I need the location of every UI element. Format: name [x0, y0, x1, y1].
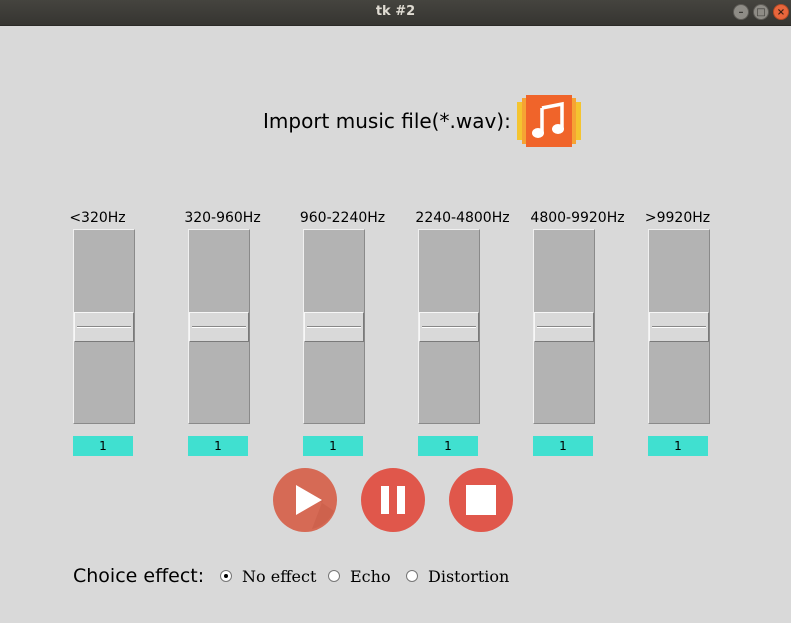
import-label: Import music file(*.wav):	[263, 109, 511, 133]
band-value: 1	[648, 436, 708, 456]
title-bar: tk #2 – □ ×	[0, 0, 791, 26]
window-title: tk #2	[375, 4, 416, 19]
radio-selected-icon[interactable]	[220, 570, 232, 582]
music-file-icon[interactable]	[515, 95, 583, 147]
band-slider[interactable]	[418, 229, 480, 424]
band-slider[interactable]	[533, 229, 595, 424]
stop-button[interactable]	[448, 467, 514, 533]
play-button[interactable]	[272, 467, 338, 533]
maximize-icon[interactable]: □	[753, 4, 769, 20]
band-slider[interactable]	[648, 229, 710, 424]
radio-label: Distortion	[428, 566, 510, 586]
band-2: 320-960Hz 1	[155, 207, 270, 457]
radio-echo[interactable]: Echo	[328, 566, 391, 586]
band-6: >9920Hz 1	[615, 207, 730, 457]
radio-unselected-icon[interactable]	[406, 570, 418, 582]
band-3: 960-2240Hz 1	[270, 207, 385, 457]
band-value: 1	[418, 436, 478, 456]
band-slider[interactable]	[73, 229, 135, 424]
play-icon	[273, 468, 337, 532]
band-5: 4800-9920Hz 1	[500, 207, 625, 457]
band-label: <320Hz	[69, 210, 126, 226]
slider-handle[interactable]	[189, 312, 249, 342]
stop-icon	[449, 468, 513, 532]
effect-label: Choice effect:	[73, 565, 205, 587]
pause-icon	[361, 468, 425, 532]
band-4: 2240-4800Hz 1	[385, 207, 510, 457]
radio-label: No effect	[242, 566, 317, 586]
band-slider[interactable]	[188, 229, 250, 424]
slider-handle[interactable]	[304, 312, 364, 342]
close-icon[interactable]: ×	[773, 4, 789, 20]
band-value: 1	[188, 436, 248, 456]
slider-handle[interactable]	[74, 312, 134, 342]
band-value: 1	[533, 436, 593, 456]
band-label: >9920Hz	[644, 210, 711, 226]
radio-no-effect[interactable]: No effect	[220, 566, 316, 586]
band-value: 1	[73, 436, 133, 456]
pause-button[interactable]	[360, 467, 426, 533]
radio-unselected-icon[interactable]	[328, 570, 340, 582]
band-label: 960-2240Hz	[299, 210, 386, 226]
band-label: 320-960Hz	[184, 210, 261, 226]
minimize-icon[interactable]: –	[733, 4, 749, 20]
band-1: <320Hz 1	[40, 207, 155, 457]
slider-handle[interactable]	[419, 312, 479, 342]
band-value: 1	[303, 436, 363, 456]
radio-distortion[interactable]: Distortion	[406, 566, 509, 586]
slider-handle[interactable]	[534, 312, 594, 342]
band-slider[interactable]	[303, 229, 365, 424]
radio-label: Echo	[350, 566, 391, 586]
slider-handle[interactable]	[649, 312, 709, 342]
